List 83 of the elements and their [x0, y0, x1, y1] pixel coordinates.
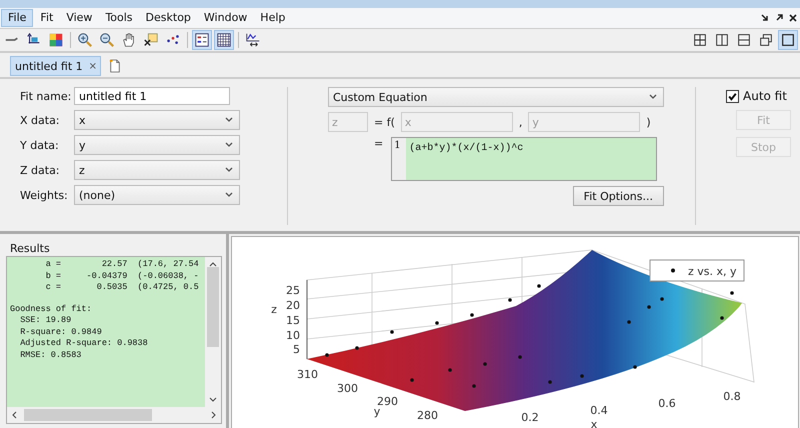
axis-label: x	[590, 418, 598, 428]
chevron-down-icon[interactable]	[225, 142, 233, 148]
horizontal-scrollbar[interactable]	[7, 407, 221, 423]
tab-label: untitled fit 1	[15, 60, 83, 72]
menu-item[interactable]: Fit	[34, 9, 60, 27]
document-tab[interactable]: untitled fit 1 ×	[10, 56, 102, 76]
tick-label: 290	[377, 395, 398, 408]
scroll-right-icon[interactable]	[211, 411, 217, 419]
axis-label: z	[271, 303, 277, 316]
undock-icon[interactable]	[760, 13, 770, 23]
column-layout-icon[interactable]	[714, 32, 730, 48]
equation-symbol: ,	[518, 116, 522, 128]
tick-label: 20	[286, 299, 300, 312]
zoom-out-icon[interactable]	[99, 32, 115, 48]
colormap-icon[interactable]	[48, 32, 64, 48]
dropdown[interactable]: y	[74, 135, 240, 155]
chevron-down-icon[interactable]	[649, 94, 657, 100]
restore-icon[interactable]	[758, 32, 774, 48]
scroll-down-icon[interactable]	[209, 397, 217, 403]
legend-marker-icon	[671, 268, 675, 272]
field-label: Fit name:	[20, 90, 72, 102]
menu-item[interactable]: Window	[198, 9, 254, 27]
menu-item[interactable]: File	[1, 9, 34, 27]
zoom-in-icon[interactable]	[77, 32, 93, 48]
menu-item[interactable]: View	[60, 9, 98, 27]
result-line: c = 0.5035 (0.4725, 0.5	[44, 282, 200, 294]
scroll-left-icon[interactable]	[11, 411, 17, 419]
chevron-down-icon[interactable]	[225, 192, 233, 198]
dock-icon[interactable]	[774, 13, 784, 23]
equation-symbol: )	[646, 116, 651, 128]
close-tab-button[interactable]: ×	[88, 60, 98, 72]
row-layout-icon[interactable]	[736, 32, 752, 48]
result-line: RMSE: 0.8583	[19, 350, 82, 361]
field-label: X data:	[20, 114, 61, 126]
tick-label: 0.4	[590, 404, 608, 417]
new-document-icon[interactable]	[109, 59, 122, 73]
result-line: a = 22.57 (17.6, 27.54	[44, 259, 200, 270]
chevron-down-icon[interactable]	[225, 117, 233, 123]
scroll-up-icon[interactable]	[209, 261, 217, 267]
dropdown[interactable]: Custom Equation	[328, 87, 664, 107]
field-label: Y data:	[20, 138, 60, 152]
tick-label: 310	[297, 368, 318, 381]
field-label: Weights:	[20, 188, 69, 202]
checkbox[interactable]	[726, 90, 739, 102]
checkbox-label: Auto fit	[743, 89, 787, 103]
axis-label: y	[374, 405, 380, 418]
tick-label: 280	[417, 409, 438, 422]
result-line: R-square: 0.9849	[19, 326, 103, 338]
equation-text: (a+b*y)*(x/(1-x))^c	[409, 143, 524, 154]
tick-label: 5	[293, 343, 300, 356]
dropdown[interactable]: (none)	[74, 185, 240, 205]
tick-label: 15	[286, 314, 300, 327]
result-line: Adjusted R-square: 0.9838	[19, 338, 149, 350]
result-line: SSE: 19.89	[19, 315, 72, 326]
hand-icon[interactable]	[121, 32, 137, 48]
tick-label: 0.2	[521, 411, 539, 424]
text-field[interactable]: untitled fit 1	[74, 87, 230, 105]
equation-editor[interactable]: 1 (a+b*y)*(x/(1-x))^c	[391, 137, 658, 181]
menu-item[interactable]: Desktop	[140, 9, 197, 27]
field-label: Z data:	[20, 164, 61, 176]
panel-title: Results	[9, 241, 51, 256]
equation-symbol: =	[374, 137, 384, 150]
tick-label: 25	[286, 284, 300, 297]
vertical-scrollbar[interactable]	[205, 257, 221, 407]
tick-label: 300	[337, 382, 358, 395]
legend-label: z vs. x, y	[688, 265, 737, 278]
equation-symbol: = f(	[374, 116, 395, 128]
fit-options-button[interactable]: Fit Options...	[572, 186, 664, 206]
line-plot-icon[interactable]	[245, 32, 261, 48]
line-number: 1	[393, 139, 402, 153]
dropdown[interactable]: x	[74, 110, 240, 130]
quad-layout-icon[interactable]	[692, 32, 708, 48]
result-line: b = -0.04379 (-0.06038, -	[44, 270, 200, 282]
tick-label: 0.6	[658, 397, 676, 410]
data-cursor-icon[interactable]	[143, 32, 159, 48]
dropdown[interactable]: z	[74, 160, 240, 180]
chevron-down-icon[interactable]	[225, 167, 233, 173]
close-icon[interactable]	[788, 13, 798, 23]
menu-item[interactable]: Tools	[99, 9, 139, 27]
tick-label: 10	[286, 329, 300, 342]
menu-item[interactable]: Help	[254, 9, 292, 27]
tick-label: 0.8	[723, 390, 741, 403]
result-line: Goodness of fit:	[10, 304, 93, 315]
